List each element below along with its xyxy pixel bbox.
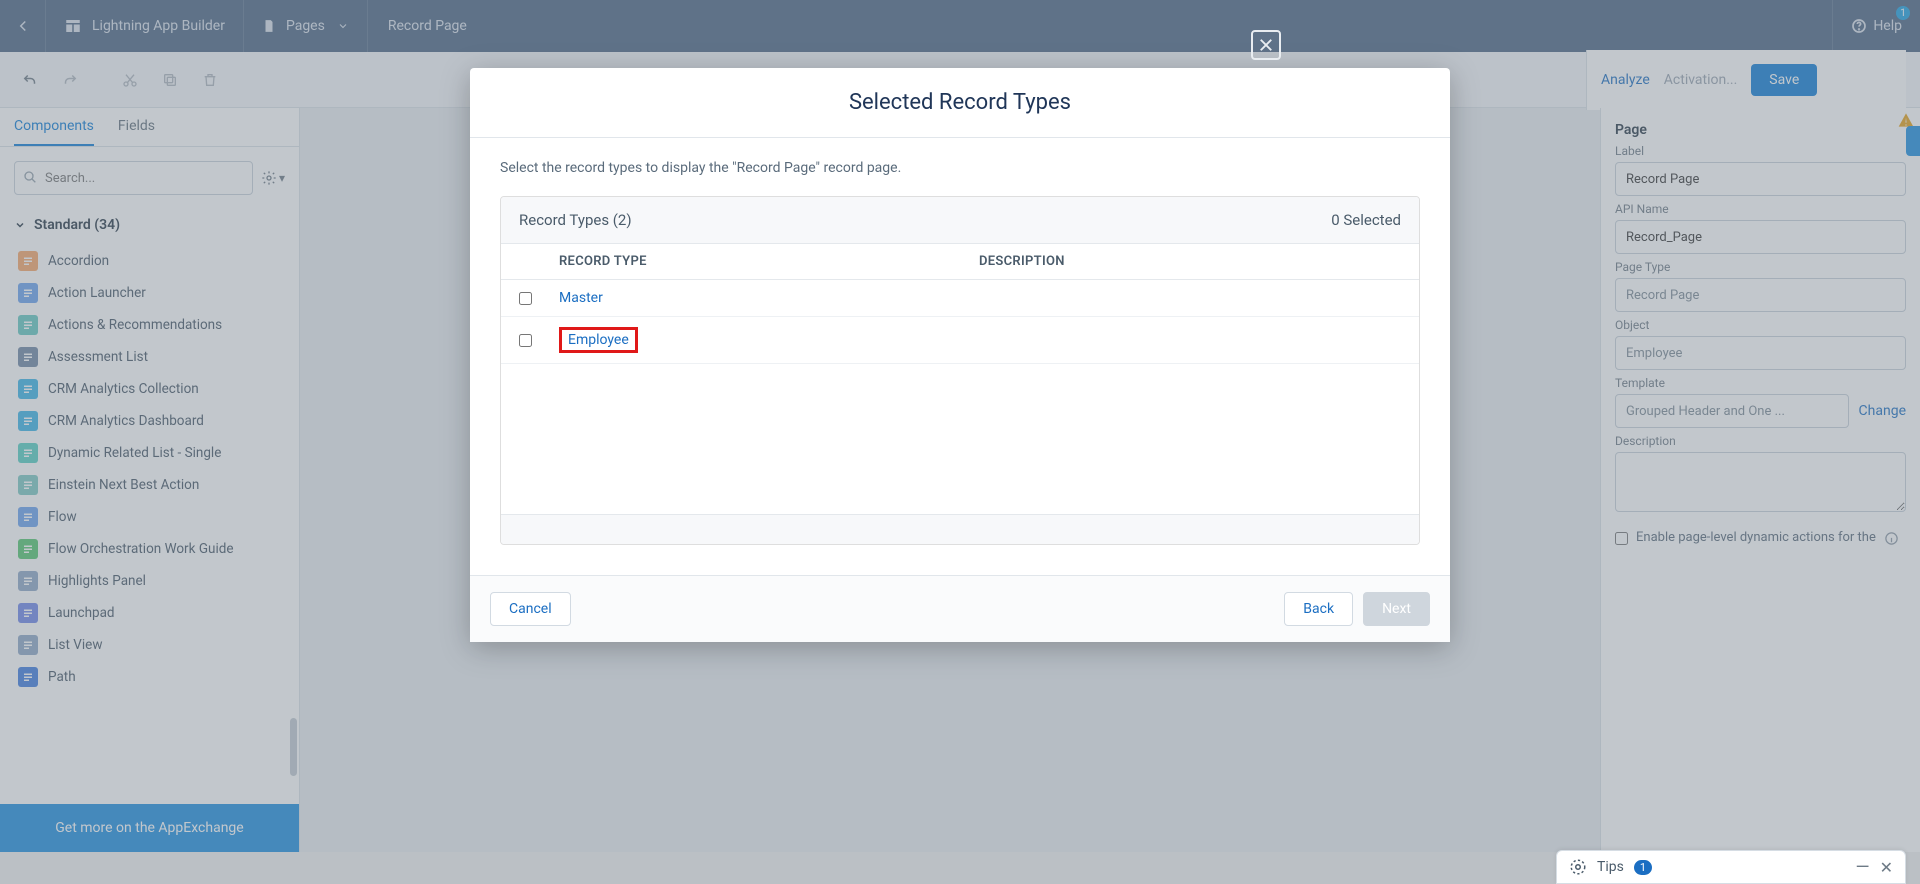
modal-overlay: Selected Record Types Select the record …: [0, 0, 1920, 884]
record-type-link[interactable]: Employee: [559, 327, 638, 353]
table-row: Employee: [501, 317, 1419, 364]
record-type-link[interactable]: Master: [559, 290, 603, 306]
record-types-heading: Record Types (2): [519, 211, 632, 229]
tips-panel[interactable]: Tips 1 — ✕: [1556, 850, 1906, 884]
close-modal-button[interactable]: [1251, 30, 1281, 60]
record-types-modal: Selected Record Types Select the record …: [470, 68, 1450, 642]
next-button: Next: [1363, 592, 1430, 626]
col-description: Description: [979, 254, 1401, 269]
table-row: Master: [501, 280, 1419, 317]
col-record-type: Record Type: [559, 254, 979, 269]
row-checkbox-master[interactable]: [519, 292, 532, 305]
row-checkbox-employee[interactable]: [519, 334, 532, 347]
minimize-icon[interactable]: —: [1856, 857, 1870, 878]
cancel-button[interactable]: Cancel: [490, 592, 571, 626]
back-button[interactable]: Back: [1284, 592, 1353, 626]
tips-icon: [1569, 858, 1587, 876]
close-icon[interactable]: ✕: [1880, 858, 1893, 877]
selected-count: 0 Selected: [1331, 211, 1401, 229]
tips-label: Tips: [1597, 859, 1624, 875]
record-types-box: Record Types (2) 0 Selected Record Type …: [500, 196, 1420, 545]
close-icon: [1257, 36, 1275, 54]
tips-count: 1: [1634, 860, 1652, 875]
modal-title: Selected Record Types: [470, 68, 1450, 138]
modal-subtitle: Select the record types to display the "…: [500, 160, 1420, 176]
